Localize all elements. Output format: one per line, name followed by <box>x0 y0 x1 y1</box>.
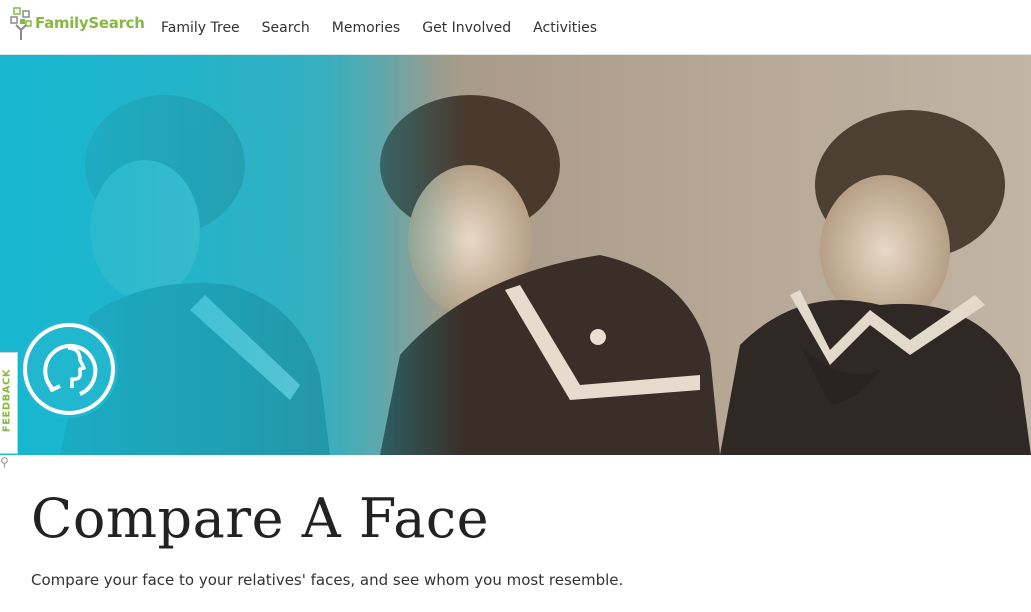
page-subtitle: Compare your face to your relatives' fac… <box>31 571 624 589</box>
top-header: FamilySearch Family Tree Search Memories… <box>0 0 1031 55</box>
nav-memories[interactable]: Memories <box>332 20 400 36</box>
hero-banner <box>0 55 1031 455</box>
nav-family-tree[interactable]: Family Tree <box>161 20 240 36</box>
feedback-pin-icon: ⚲ <box>0 455 9 469</box>
brand-name: FamilySearch <box>35 14 145 32</box>
family-tree-logo-icon <box>10 7 32 40</box>
hero-photo-collage <box>0 55 1031 455</box>
compare-face-icon <box>20 320 118 418</box>
page-title: Compare A Face <box>31 487 490 550</box>
nav-search[interactable]: Search <box>262 20 310 36</box>
nav-get-involved[interactable]: Get Involved <box>422 20 511 36</box>
familysearch-logo[interactable]: FamilySearch <box>10 5 145 41</box>
feedback-label: FEEDBACK <box>1 368 13 433</box>
main-nav: Family Tree Search Memories Get Involved… <box>161 20 619 36</box>
nav-activities[interactable]: Activities <box>533 20 597 36</box>
compare-face-badge <box>18 318 120 420</box>
feedback-tab[interactable]: FEEDBACK <box>0 352 18 454</box>
